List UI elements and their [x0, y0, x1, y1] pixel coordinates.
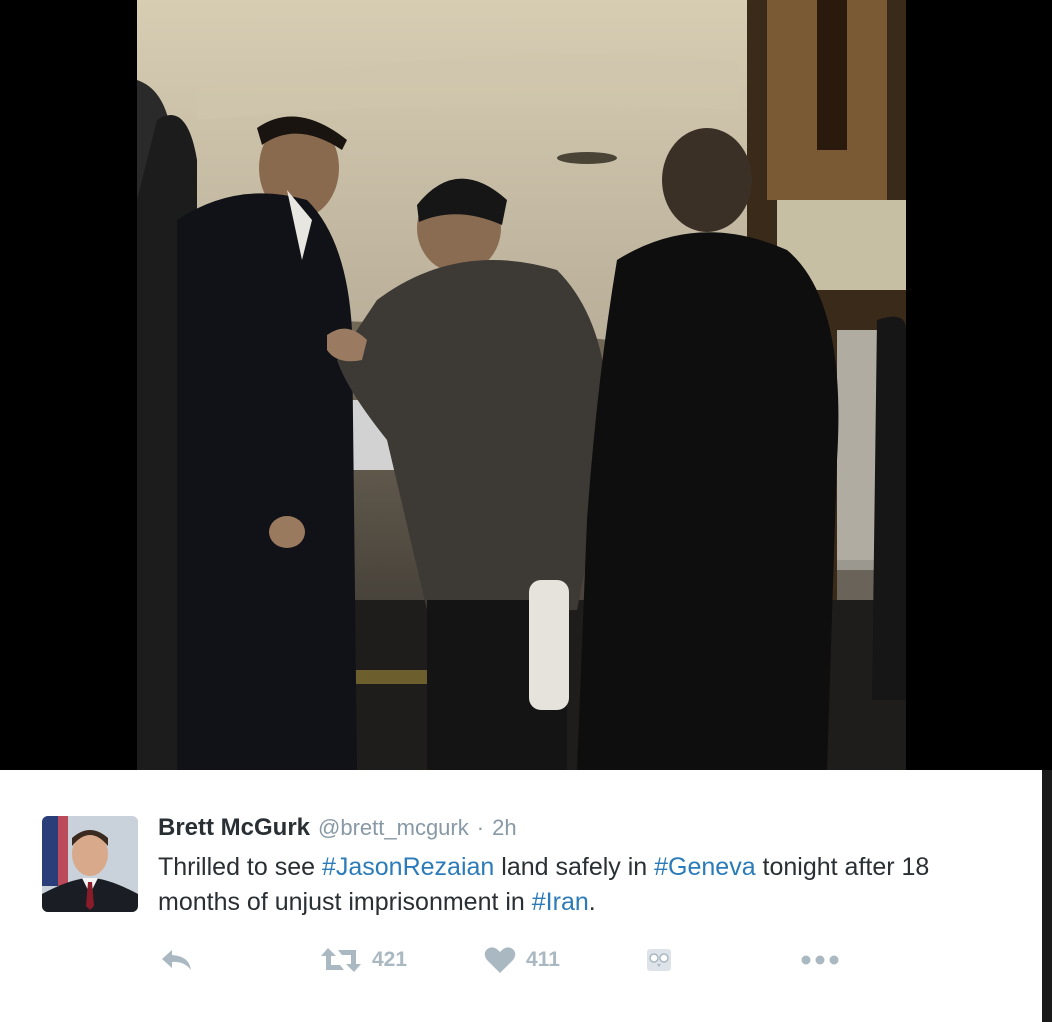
- tweet-photo[interactable]: [137, 0, 906, 770]
- avatar-image: [42, 816, 138, 912]
- header-separator: ·: [476, 815, 485, 840]
- hashtag-link[interactable]: #JasonRezaian: [322, 853, 494, 881]
- user-handle[interactable]: @brett_mcgurk: [318, 815, 469, 841]
- tweet-text-part: Thrilled to see: [158, 853, 322, 881]
- tweet-media-area: [0, 0, 1052, 770]
- tweet-header: Brett McGurk @brett_mcgurk · 2h: [158, 814, 517, 844]
- hashtag-link[interactable]: #Iran: [532, 888, 589, 916]
- more-button[interactable]: [800, 940, 840, 980]
- tweet-text-part: land safely in: [494, 853, 655, 881]
- tweet-actions: 421 411: [158, 940, 858, 980]
- avatar[interactable]: [42, 816, 138, 912]
- hashtag-link[interactable]: #Geneva: [654, 853, 755, 881]
- heart-icon: [484, 947, 516, 973]
- display-name[interactable]: Brett McGurk: [158, 814, 310, 842]
- retweet-count: 421: [372, 948, 408, 971]
- reply-icon: [162, 950, 191, 970]
- window-edge: [1042, 770, 1052, 1022]
- tweet-card: Brett McGurk @brett_mcgurk · 2h Thrilled…: [0, 770, 1042, 1022]
- photo-illustration: [137, 0, 906, 770]
- retweet-icon: [321, 948, 361, 972]
- like-button[interactable]: 411: [484, 940, 560, 980]
- owl-icon: [647, 949, 671, 971]
- tweet-text-part: .: [588, 888, 596, 916]
- like-count: 411: [526, 948, 560, 971]
- reply-button[interactable]: [160, 940, 194, 980]
- retweet-button[interactable]: 421: [320, 940, 407, 980]
- tweet-text: Thrilled to see #JasonRezaian land safel…: [158, 850, 1018, 920]
- tweet-timestamp[interactable]: 2h: [492, 815, 516, 841]
- archive-button[interactable]: [646, 940, 672, 980]
- more-icon: [801, 955, 839, 965]
